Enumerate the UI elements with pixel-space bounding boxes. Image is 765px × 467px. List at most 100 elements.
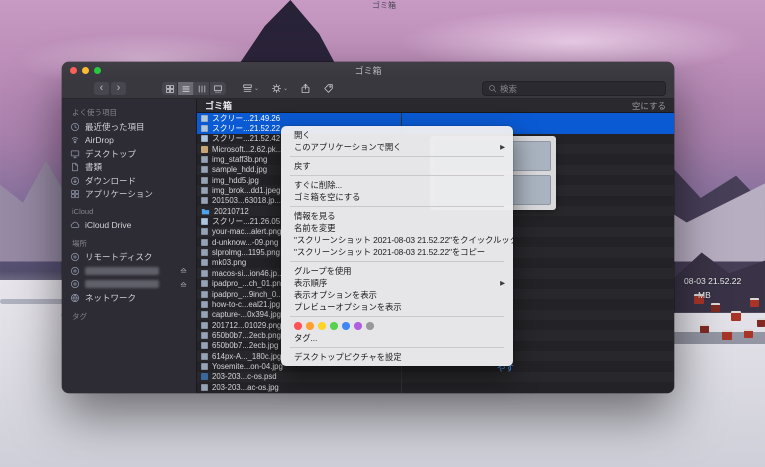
tag-colors-row: [281, 320, 513, 332]
minimize-button[interactable]: [82, 67, 89, 74]
file-thumbnail-icon: [201, 177, 208, 184]
context-menu: 開くこのアプリケーションで開く ▶ 戻すすぐに削除...ゴミ箱を空にする情報を見る名…: [281, 126, 513, 366]
menu-item-show-preview-options[interactable]: プレビューオプションを表示: [281, 301, 513, 313]
sidebar-item-volume-2[interactable]: [62, 278, 196, 292]
house: [711, 303, 720, 312]
action-menu-button[interactable]: ⌄: [271, 83, 288, 94]
menu-item-rename[interactable]: 名前を変更: [281, 222, 513, 234]
desktop-icon: [70, 149, 80, 159]
menu-item-open[interactable]: 開く: [281, 129, 513, 141]
file-name: img_brok...dd1.jpeg: [212, 186, 280, 195]
file-thumbnail-icon: [201, 373, 208, 380]
file-thumbnail-icon: [201, 249, 208, 256]
disc-icon: [70, 279, 80, 289]
toolbar: ‹ › ⌄⌄ 検索: [62, 79, 674, 99]
redacted-label: [85, 280, 159, 288]
menu-item-label: 開く: [294, 129, 311, 141]
sidebar-item-label: リモートディスク: [85, 251, 152, 263]
airdrop-icon: [70, 135, 80, 145]
file-thumbnail-icon: [201, 218, 208, 225]
forward-button[interactable]: ›: [111, 82, 126, 95]
title-bar[interactable]: ゴミ箱: [62, 62, 674, 79]
file-name: スクリー...21.26.05: [212, 216, 280, 226]
menu-item-quick-look[interactable]: "スクリーンショット 2021-08-03 21.52.22"をクイックルック: [281, 234, 513, 246]
sidebar-item-network[interactable]: ネットワーク: [62, 291, 196, 305]
column-view-button[interactable]: [194, 82, 210, 95]
menu-item-show-view-options[interactable]: 表示オプションを表示: [281, 289, 513, 301]
empty-trash-button[interactable]: 空にする: [632, 100, 666, 112]
menu-item-tags[interactable]: タグ...: [281, 332, 513, 344]
file-row[interactable]: 203-203...ac-os.jpg: [197, 382, 674, 392]
share-button[interactable]: [300, 83, 311, 94]
menu-separator: [290, 175, 504, 176]
house: [731, 311, 741, 321]
sidebar-item-downloads[interactable]: ダウンロード: [62, 174, 196, 188]
back-button[interactable]: ‹: [94, 82, 109, 95]
file-name: slprolmg...1195.png: [212, 248, 280, 257]
list-view-button[interactable]: [178, 82, 194, 95]
submenu-arrow-icon: ▶: [496, 279, 505, 287]
submenu-arrow-icon: ▶: [496, 143, 505, 151]
group-button[interactable]: ⌄: [242, 83, 259, 94]
file-name: 201712...01029.png: [212, 321, 281, 330]
sidebar-item-icloud-drive[interactable]: iCloud Drive: [62, 218, 196, 232]
icon-view-button[interactable]: [162, 82, 178, 95]
close-button[interactable]: [70, 67, 77, 74]
menu-item-label: "スクリーンショット 2021-08-03 21.52.22"をコピー: [294, 246, 485, 258]
menu-separator: [290, 206, 504, 207]
menu-item-use-groups[interactable]: グループを使用: [281, 265, 513, 277]
file-thumbnail-icon: [201, 166, 208, 173]
menu-separator: [290, 261, 504, 262]
tag-color-dot[interactable]: [366, 322, 374, 330]
sidebar-section-header: タグ: [62, 305, 196, 324]
file-row[interactable]: 203-203...c-os.psd: [197, 372, 674, 382]
sidebar-item-documents[interactable]: 書類: [62, 161, 196, 175]
sidebar-item-applications[interactable]: アプリケーション: [62, 188, 196, 202]
menu-item-delete-immediately[interactable]: すぐに削除...: [281, 179, 513, 191]
sidebar: よく使う項目最近使った項目AirDropデスクトップ書類ダウンロードアプリケーシ…: [62, 99, 197, 393]
menu-item-label: 戻す: [294, 160, 311, 172]
zoom-button[interactable]: [94, 67, 101, 74]
file-thumbnail-icon: [201, 125, 208, 132]
menu-item-set-desktop-picture[interactable]: デスクトップピクチャを設定: [281, 351, 513, 363]
menu-item-put-back[interactable]: 戻す: [281, 160, 513, 172]
tag-color-dot[interactable]: [354, 322, 362, 330]
toolbar-actions: ⌄⌄: [242, 83, 334, 94]
sidebar-item-airdrop[interactable]: AirDrop: [62, 134, 196, 148]
redacted-label: [85, 267, 159, 275]
file-name: 650b0b7...2ecb.jpg: [212, 341, 278, 350]
cloud-icon: [70, 220, 80, 230]
eject-icon[interactable]: [179, 280, 188, 289]
search-field[interactable]: 検索: [482, 81, 666, 96]
preview-size-fragment: MB: [698, 290, 711, 300]
menu-item-copy[interactable]: "スクリーンショット 2021-08-03 21.52.22"をコピー: [281, 246, 513, 258]
tag-color-dot[interactable]: [330, 322, 338, 330]
sidebar-section-header: 場所: [62, 232, 196, 251]
house: [700, 324, 709, 333]
sidebar-item-volume-1[interactable]: [62, 264, 196, 278]
file-row[interactable]: スクリー...21.49.26: [197, 113, 674, 123]
menu-item-label: デスクトップピクチャを設定: [294, 351, 402, 363]
gallery-view-button[interactable]: [210, 82, 226, 95]
menu-item-get-info[interactable]: 情報を見る: [281, 210, 513, 222]
tag-color-dot[interactable]: [318, 322, 326, 330]
file-thumbnail-icon: [201, 353, 208, 360]
sidebar-item-remote-disc[interactable]: リモートディスク: [62, 251, 196, 265]
tag-color-dot[interactable]: [306, 322, 314, 330]
file-name: スクリー...21.52.42: [212, 134, 280, 144]
sidebar-item-recents[interactable]: 最近使った項目: [62, 120, 196, 134]
file-name: 614px-A..._180c.jpg: [212, 352, 281, 361]
menu-item-sort-by[interactable]: 表示順序▶: [281, 277, 513, 289]
tags-button[interactable]: [323, 83, 334, 94]
menu-item-label: このアプリケーションで開く: [294, 141, 401, 153]
sidebar-item-label: 書類: [85, 161, 102, 173]
menu-item-label: プレビューオプションを表示: [294, 301, 402, 313]
tag-color-dot[interactable]: [294, 322, 302, 330]
eject-icon[interactable]: [179, 266, 188, 275]
traffic-lights: [62, 67, 101, 74]
menu-item-open-with[interactable]: このアプリケーションで開く ▶: [281, 141, 513, 153]
tag-color-dot[interactable]: [342, 322, 350, 330]
sidebar-item-desktop[interactable]: デスクトップ: [62, 147, 196, 161]
menu-item-empty-trash[interactable]: ゴミ箱を空にする: [281, 191, 513, 203]
menu-item-label: タグ...: [294, 332, 317, 344]
